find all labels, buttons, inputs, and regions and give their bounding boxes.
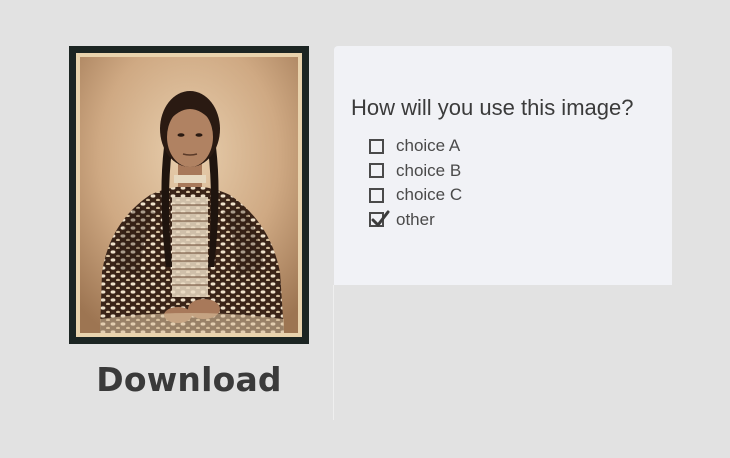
choice-label: other	[396, 209, 435, 229]
choice-a-option[interactable]: choice A	[369, 134, 462, 159]
download-button[interactable]: Download	[69, 360, 309, 399]
portrait-photo[interactable]	[80, 57, 298, 333]
choice-c-option[interactable]: choice C	[369, 183, 462, 208]
choice-label: choice C	[396, 185, 463, 205]
checkbox-unchecked-icon[interactable]	[369, 187, 384, 203]
choice-label: choice B	[396, 160, 462, 180]
checkbox-unchecked-icon[interactable]	[369, 138, 384, 154]
usage-survey-card: How will you use this image? choice A ch…	[334, 46, 672, 285]
choice-b-option[interactable]: choice B	[369, 159, 462, 184]
choice-label: choice A	[396, 136, 461, 156]
photo-mat	[76, 53, 302, 337]
choice-other-option[interactable]: other	[369, 208, 462, 233]
survey-question: How will you use this image?	[351, 95, 634, 120]
photo-frame	[69, 46, 309, 344]
choice-list: choice A choice B choice C other	[369, 134, 462, 232]
checkmark-icon	[371, 210, 390, 227]
panel-divider	[333, 285, 334, 420]
checkbox-unchecked-icon[interactable]	[369, 163, 384, 179]
checkbox-checked-icon[interactable]	[369, 210, 390, 228]
image-panel: Download	[0, 0, 333, 420]
